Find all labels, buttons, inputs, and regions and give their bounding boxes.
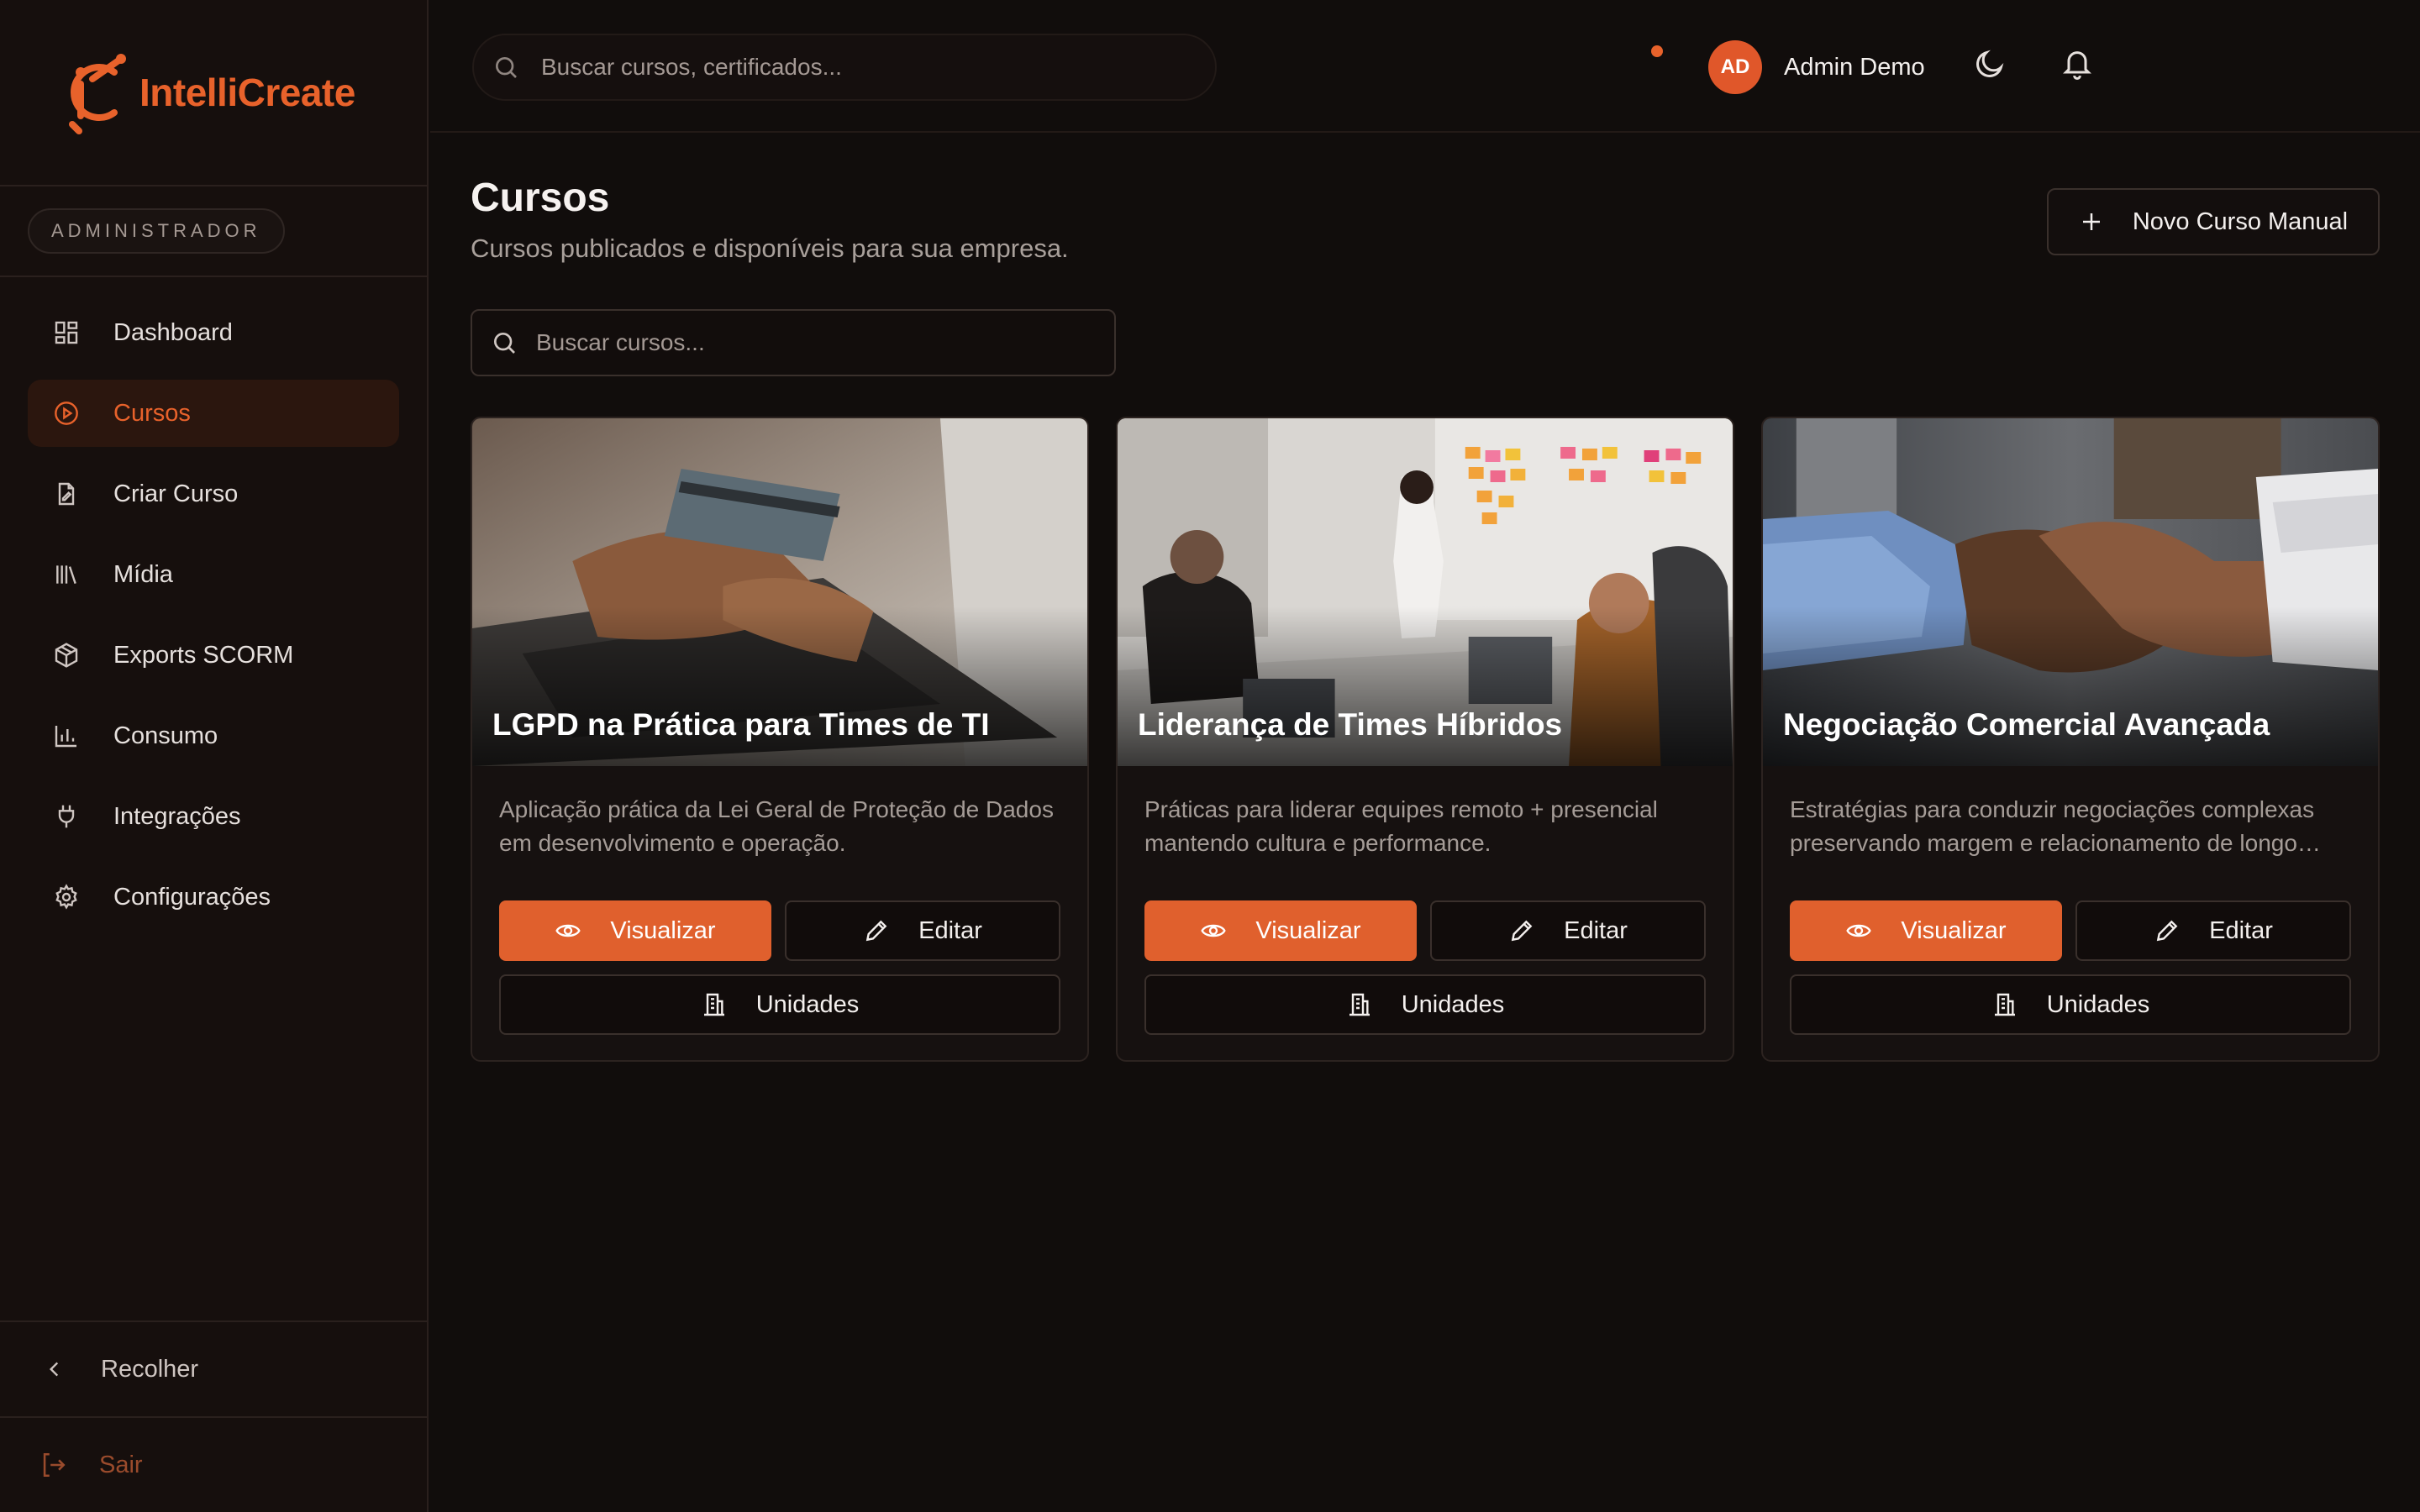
course-card: Liderança de Times Híbridos Práticas par… — [1116, 417, 1734, 1062]
plug-icon — [58, 805, 75, 828]
course-title: Negociação Comercial Avançada — [1783, 707, 2270, 742]
global-search-input[interactable] — [541, 54, 1180, 81]
course-grid: LGPD na Prática para Times de TI Aplicaç… — [471, 417, 2380, 1062]
page-title: Cursos — [471, 176, 610, 220]
course-card: Negociação Comercial Avançada Estratégia… — [1761, 417, 2380, 1062]
eye-icon — [555, 924, 581, 937]
logout-label: Sair — [99, 1451, 143, 1478]
units-button[interactable]: Unidades — [499, 974, 1060, 1035]
logout-icon — [43, 1452, 66, 1478]
new-course-label: Novo Curso Manual — [2132, 207, 2349, 235]
notification-badge — [1651, 45, 1663, 57]
edit-label: Editar — [1564, 916, 1628, 944]
units-button[interactable]: Unidades — [1790, 974, 2351, 1035]
sidebar: IntelliCreate ADMINISTRADOR Dashboard Cu… — [0, 0, 429, 1512]
course-thumbnail[interactable]: Negociação Comercial Avançada — [1763, 418, 2378, 766]
collapse-button[interactable]: Recolher — [0, 1320, 427, 1416]
moon-icon[interactable] — [1973, 47, 2007, 81]
package-icon — [55, 643, 78, 668]
sidebar-item-label: Criar Curso — [113, 480, 239, 507]
logo-icon — [69, 54, 126, 134]
plus-icon — [2082, 213, 2100, 230]
chevron-left-icon — [49, 1362, 59, 1377]
course-title: LGPD na Prática para Times de TI — [492, 707, 990, 742]
user-name: Admin Demo — [1784, 53, 1925, 81]
view-label: Visualizar — [610, 916, 716, 944]
sidebar-item-label: Mídia — [113, 560, 173, 588]
building-icon — [703, 993, 724, 1016]
avatar: AD — [1708, 40, 1762, 94]
global-search[interactable] — [472, 34, 1217, 101]
units-label: Unidades — [1401, 990, 1505, 1018]
role-area: ADMINISTRADOR — [0, 186, 427, 277]
pencil-icon — [1511, 920, 1533, 942]
new-course-button[interactable]: Novo Curso Manual — [2047, 188, 2380, 255]
view-button[interactable]: Visualizar — [1144, 900, 1417, 961]
role-badge: ADMINISTRADOR — [28, 208, 285, 254]
sidebar-item-dashboard[interactable]: Dashboard — [28, 299, 399, 366]
library-icon — [56, 565, 76, 585]
course-search-input[interactable] — [536, 329, 1107, 356]
course-thumbnail[interactable]: LGPD na Prática para Times de TI — [472, 418, 1087, 766]
sidebar-item-label: Consumo — [113, 722, 218, 749]
sidebar-item-midia[interactable]: Mídia — [28, 541, 399, 608]
gear-icon — [55, 884, 77, 910]
pencil-icon — [2156, 920, 2178, 942]
course-description: Práticas para liderar equipes remoto + p… — [1144, 796, 1658, 856]
sidebar-nav: Dashboard Cursos Criar Curso Mídia Expor… — [0, 277, 427, 931]
user-menu[interactable]: AD Admin Demo — [1708, 40, 1925, 94]
view-label: Visualizar — [1255, 916, 1361, 944]
course-title: Liderança de Times Híbridos — [1138, 707, 1563, 742]
edit-button[interactable]: Editar — [785, 900, 1060, 961]
file-edit-icon — [58, 482, 75, 506]
units-button[interactable]: Unidades — [1144, 974, 1706, 1035]
search-icon — [496, 57, 517, 78]
pencil-icon — [865, 920, 887, 942]
edit-label: Editar — [2209, 916, 2273, 944]
view-button[interactable]: Visualizar — [499, 900, 771, 961]
building-icon — [1349, 993, 1370, 1016]
dashboard-icon — [55, 321, 78, 344]
course-thumbnail[interactable]: Liderança de Times Híbridos — [1118, 418, 1733, 766]
edit-button[interactable]: Editar — [2075, 900, 2351, 961]
topbar — [430, 0, 2420, 133]
play-circle-icon — [55, 402, 78, 425]
sidebar-item-label: Dashboard — [113, 318, 233, 346]
sidebar-item-label: Exports SCORM — [113, 641, 294, 669]
course-search[interactable] — [471, 309, 1116, 376]
sidebar-item-cursos[interactable]: Cursos — [28, 380, 399, 447]
collapse-label: Recolher — [101, 1355, 199, 1383]
sidebar-item-criar-curso[interactable]: Criar Curso — [28, 460, 399, 528]
course-description: Estratégias para conduzir negociações co… — [1790, 796, 2315, 856]
units-label: Unidades — [755, 990, 860, 1018]
edit-label: Editar — [918, 916, 982, 944]
page-subtitle: Cursos publicados e disponíveis para sua… — [471, 234, 1069, 263]
sidebar-item-consumo[interactable]: Consumo — [28, 702, 399, 769]
units-label: Unidades — [2046, 990, 2150, 1018]
sidebar-item-configuracoes[interactable]: Configurações — [28, 864, 399, 931]
sidebar-item-integracoes[interactable]: Integrações — [28, 783, 399, 850]
logout-button[interactable]: Sair — [0, 1416, 427, 1512]
edit-button[interactable]: Editar — [1430, 900, 1706, 961]
bell-icon[interactable] — [2060, 47, 2094, 81]
eye-icon — [1201, 924, 1227, 937]
building-icon — [1994, 993, 2015, 1016]
view-button[interactable]: Visualizar — [1790, 900, 2062, 961]
logo[interactable]: IntelliCreate — [0, 0, 427, 186]
search-icon — [494, 333, 515, 354]
sidebar-footer: Recolher Sair — [0, 1320, 427, 1512]
view-label: Visualizar — [1901, 916, 2007, 944]
eye-icon — [1846, 924, 1872, 937]
sidebar-item-label: Cursos — [113, 399, 191, 427]
sidebar-item-label: Configurações — [113, 883, 271, 911]
sidebar-item-label: Integrações — [113, 802, 241, 830]
bar-chart-icon — [55, 726, 76, 748]
course-card: LGPD na Prática para Times de TI Aplicaç… — [471, 417, 1089, 1062]
brand-name: IntelliCreate — [139, 71, 355, 114]
app-root: IntelliCreate ADMINISTRADOR Dashboard Cu… — [0, 0, 2420, 1512]
course-description: Aplicação prática da Lei Geral de Proteç… — [499, 796, 1054, 856]
sidebar-item-exports-scorm[interactable]: Exports SCORM — [28, 622, 399, 689]
